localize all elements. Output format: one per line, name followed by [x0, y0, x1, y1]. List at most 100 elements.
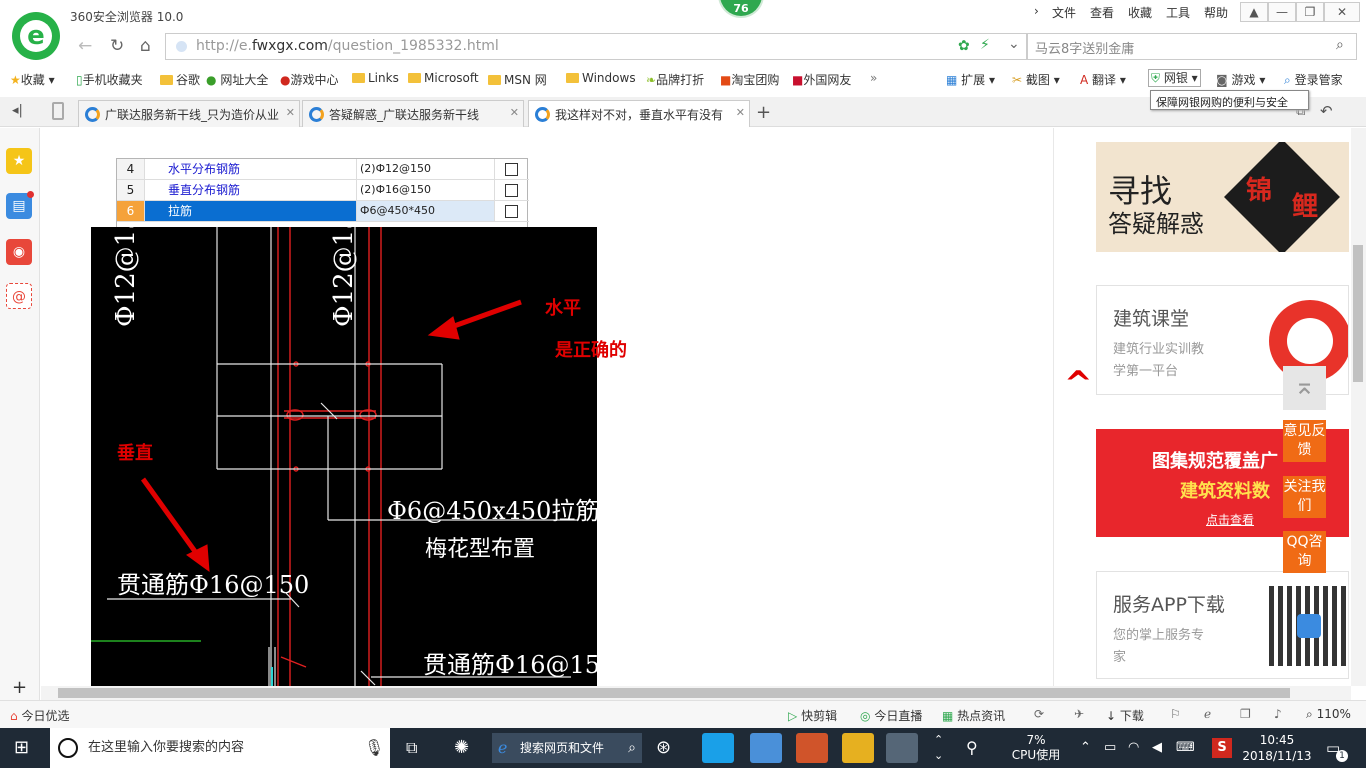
microphone-icon[interactable]: 🎙: [364, 738, 384, 757]
download-button[interactable]: ↓ 下载: [1106, 707, 1144, 724]
security-icon[interactable]: ✿: [958, 38, 970, 54]
close-button[interactable]: ✕: [1324, 2, 1360, 22]
minimize-button[interactable]: —: [1268, 2, 1296, 22]
bookmark-brand[interactable]: ❧品牌打折: [646, 71, 704, 88]
bookmark-foreign[interactable]: ■外国网友: [792, 71, 851, 88]
pdf-app-icon[interactable]: [796, 733, 828, 763]
task-view-icon[interactable]: ⧉: [406, 728, 417, 768]
pin-tool-icon[interactable]: ✈: [1074, 707, 1084, 721]
table-row-selected[interactable]: 6 拉筋 Ф6@450*450: [117, 201, 529, 222]
taskbar-search[interactable]: 在这里输入你要搜索的内容: [50, 728, 390, 768]
people-icon[interactable]: ⚲: [966, 728, 978, 768]
battery-icon[interactable]: ▭: [1104, 728, 1116, 768]
tab-2[interactable]: 答疑解惑_广联达服务新干线 ✕: [302, 100, 524, 127]
zoom-control[interactable]: ⌕ 110%: [1306, 707, 1351, 722]
fan-app-icon[interactable]: ✺: [454, 728, 469, 768]
pin-icon[interactable]: ▲: [1240, 2, 1268, 22]
add-sidebar-icon[interactable]: +: [12, 677, 27, 698]
toolbar-translate[interactable]: A 翻译 ▾: [1080, 71, 1126, 88]
tab-close-icon[interactable]: ✕: [736, 106, 745, 119]
site-info-icon[interactable]: [176, 41, 187, 52]
clock[interactable]: 10:45 2018/11/13: [1242, 732, 1312, 764]
volume-icon[interactable]: ♪: [1274, 707, 1282, 721]
toolbar-games[interactable]: ◙ 游戏 ▾: [1216, 71, 1265, 88]
back-icon[interactable]: ←: [78, 36, 92, 56]
back-to-top-button[interactable]: ⌅: [1283, 366, 1326, 410]
device-icon[interactable]: [52, 102, 64, 120]
bookmark-google[interactable]: 谷歌: [160, 71, 200, 88]
menu-favorites[interactable]: 收藏: [1128, 4, 1152, 21]
row-checkbox[interactable]: [505, 184, 518, 197]
toolbar-screenshot[interactable]: ✂ 截图 ▾: [1012, 71, 1060, 88]
keyboard-icon[interactable]: ⌨: [1176, 728, 1195, 768]
ad-atlas-button[interactable]: 点击查看: [1206, 511, 1254, 528]
vertical-scroll-thumb[interactable]: [1353, 245, 1363, 382]
search-icon[interactable]: ⌕: [1336, 37, 1344, 53]
today-picks[interactable]: ⌂ 今日优选: [10, 707, 69, 724]
sidebar-toggle-icon[interactable]: ◂|: [12, 103, 23, 118]
table-row[interactable]: 5 垂直分布钢筋 (2)Ф16@150: [117, 180, 529, 201]
menu-help[interactable]: 帮助: [1204, 4, 1228, 21]
taskbar-scroll-icon[interactable]: ⌃ ⌄: [934, 728, 943, 768]
horizontal-scroll-thumb[interactable]: [58, 688, 1290, 698]
flag-icon[interactable]: ⚐: [1170, 707, 1181, 721]
weibo-sidebar-icon[interactable]: ◉: [6, 239, 32, 265]
bookmark-favorites[interactable]: ★收藏 ▾: [10, 71, 55, 88]
toolbar-login[interactable]: ⌕ 登录管家: [1284, 71, 1343, 88]
tab-close-icon[interactable]: ✕: [286, 106, 295, 119]
new-tab-icon[interactable]: +: [756, 102, 771, 123]
more-bookmarks-icon[interactable]: »: [870, 71, 877, 85]
bookmark-windows[interactable]: Windows: [566, 71, 636, 85]
cpu-usage[interactable]: 7% CPU使用: [1006, 733, 1066, 763]
tab-3[interactable]: 我这样对不对，垂直水平有没有 ✕: [528, 100, 750, 127]
search-input[interactable]: 马云8字送别金庸: [1035, 38, 1134, 57]
ad-app-download[interactable]: 服务APP下载 您的掌上服务专 家: [1096, 571, 1349, 679]
menu-chevron-icon[interactable]: ›: [1034, 4, 1039, 18]
status-live[interactable]: ◎ 今日直播: [860, 707, 922, 724]
bookmark-taobao[interactable]: ■淘宝团购: [720, 71, 779, 88]
web-search-box[interactable]: ℯ 搜索网页和文件 ⌕: [492, 733, 642, 763]
refresh-icon[interactable]: ↻: [110, 36, 124, 56]
feedback-button[interactable]: 意见反馈: [1283, 420, 1326, 462]
follow-us-button[interactable]: 关注我们: [1283, 476, 1326, 518]
bookmark-links[interactable]: Links: [352, 71, 399, 85]
bookmark-games[interactable]: ●游戏中心: [280, 71, 339, 88]
restore-button[interactable]: ❐: [1296, 2, 1324, 22]
browser-360-icon[interactable]: [702, 733, 734, 763]
favorites-sidebar-icon[interactable]: ★: [6, 148, 32, 174]
undo-close-icon[interactable]: ↶: [1320, 102, 1333, 120]
ime-icon[interactable]: S: [1212, 738, 1232, 758]
menu-file[interactable]: 文件: [1052, 4, 1076, 21]
store-app-icon[interactable]: [750, 733, 782, 763]
notification-center-icon[interactable]: ▭: [1326, 728, 1340, 768]
tab-close-icon[interactable]: ✕: [510, 106, 519, 119]
bookmark-msn[interactable]: MSN 网: [488, 71, 547, 88]
toolbar-ebank[interactable]: ⛨ 网银 ▾: [1148, 69, 1201, 87]
vertical-scrollbar[interactable]: [1351, 128, 1366, 686]
status-news[interactable]: ▦ 热点资讯: [942, 707, 1005, 724]
notes-app-icon[interactable]: [842, 733, 874, 763]
bookmark-microsoft[interactable]: Microsoft: [408, 71, 479, 85]
bookmark-mobile[interactable]: ▯手机收藏夹: [76, 71, 143, 88]
menu-view[interactable]: 查看: [1090, 4, 1114, 21]
speed-icon[interactable]: ⚡: [980, 37, 990, 53]
ie-icon[interactable]: ℯ: [1204, 707, 1211, 721]
mail-sidebar-icon[interactable]: @: [6, 283, 32, 309]
row-checkbox[interactable]: [505, 163, 518, 176]
table-row[interactable]: 4 水平分布钢筋 (2)Ф12@150: [117, 159, 529, 180]
tab-1[interactable]: 广联达服务新干线_只为造价从业 ✕: [78, 100, 300, 127]
speed-tool-icon[interactable]: ⟳: [1034, 707, 1044, 721]
home-icon[interactable]: ⌂: [140, 36, 151, 56]
toolbar-extensions[interactable]: ▦ 扩展 ▾: [946, 71, 995, 88]
qq-consult-button[interactable]: QQ咨询: [1283, 531, 1326, 573]
drawing-app-icon[interactable]: [886, 733, 918, 763]
spiral-app-icon[interactable]: ⊛: [656, 728, 671, 768]
window-icon[interactable]: ❐: [1240, 707, 1251, 721]
bookmark-hao[interactable]: ● 网址大全: [206, 71, 268, 88]
wifi-icon[interactable]: ◠: [1128, 728, 1139, 768]
url-text[interactable]: http://e.fwxgx.com/question_1985332.html: [196, 38, 499, 54]
speaker-icon[interactable]: ◀: [1152, 728, 1162, 768]
menu-tools[interactable]: 工具: [1166, 4, 1190, 21]
ad-koi[interactable]: 寻找 答疑解惑 锦 鲤: [1096, 142, 1349, 252]
status-quickcut[interactable]: ▷ 快剪辑: [788, 707, 837, 724]
